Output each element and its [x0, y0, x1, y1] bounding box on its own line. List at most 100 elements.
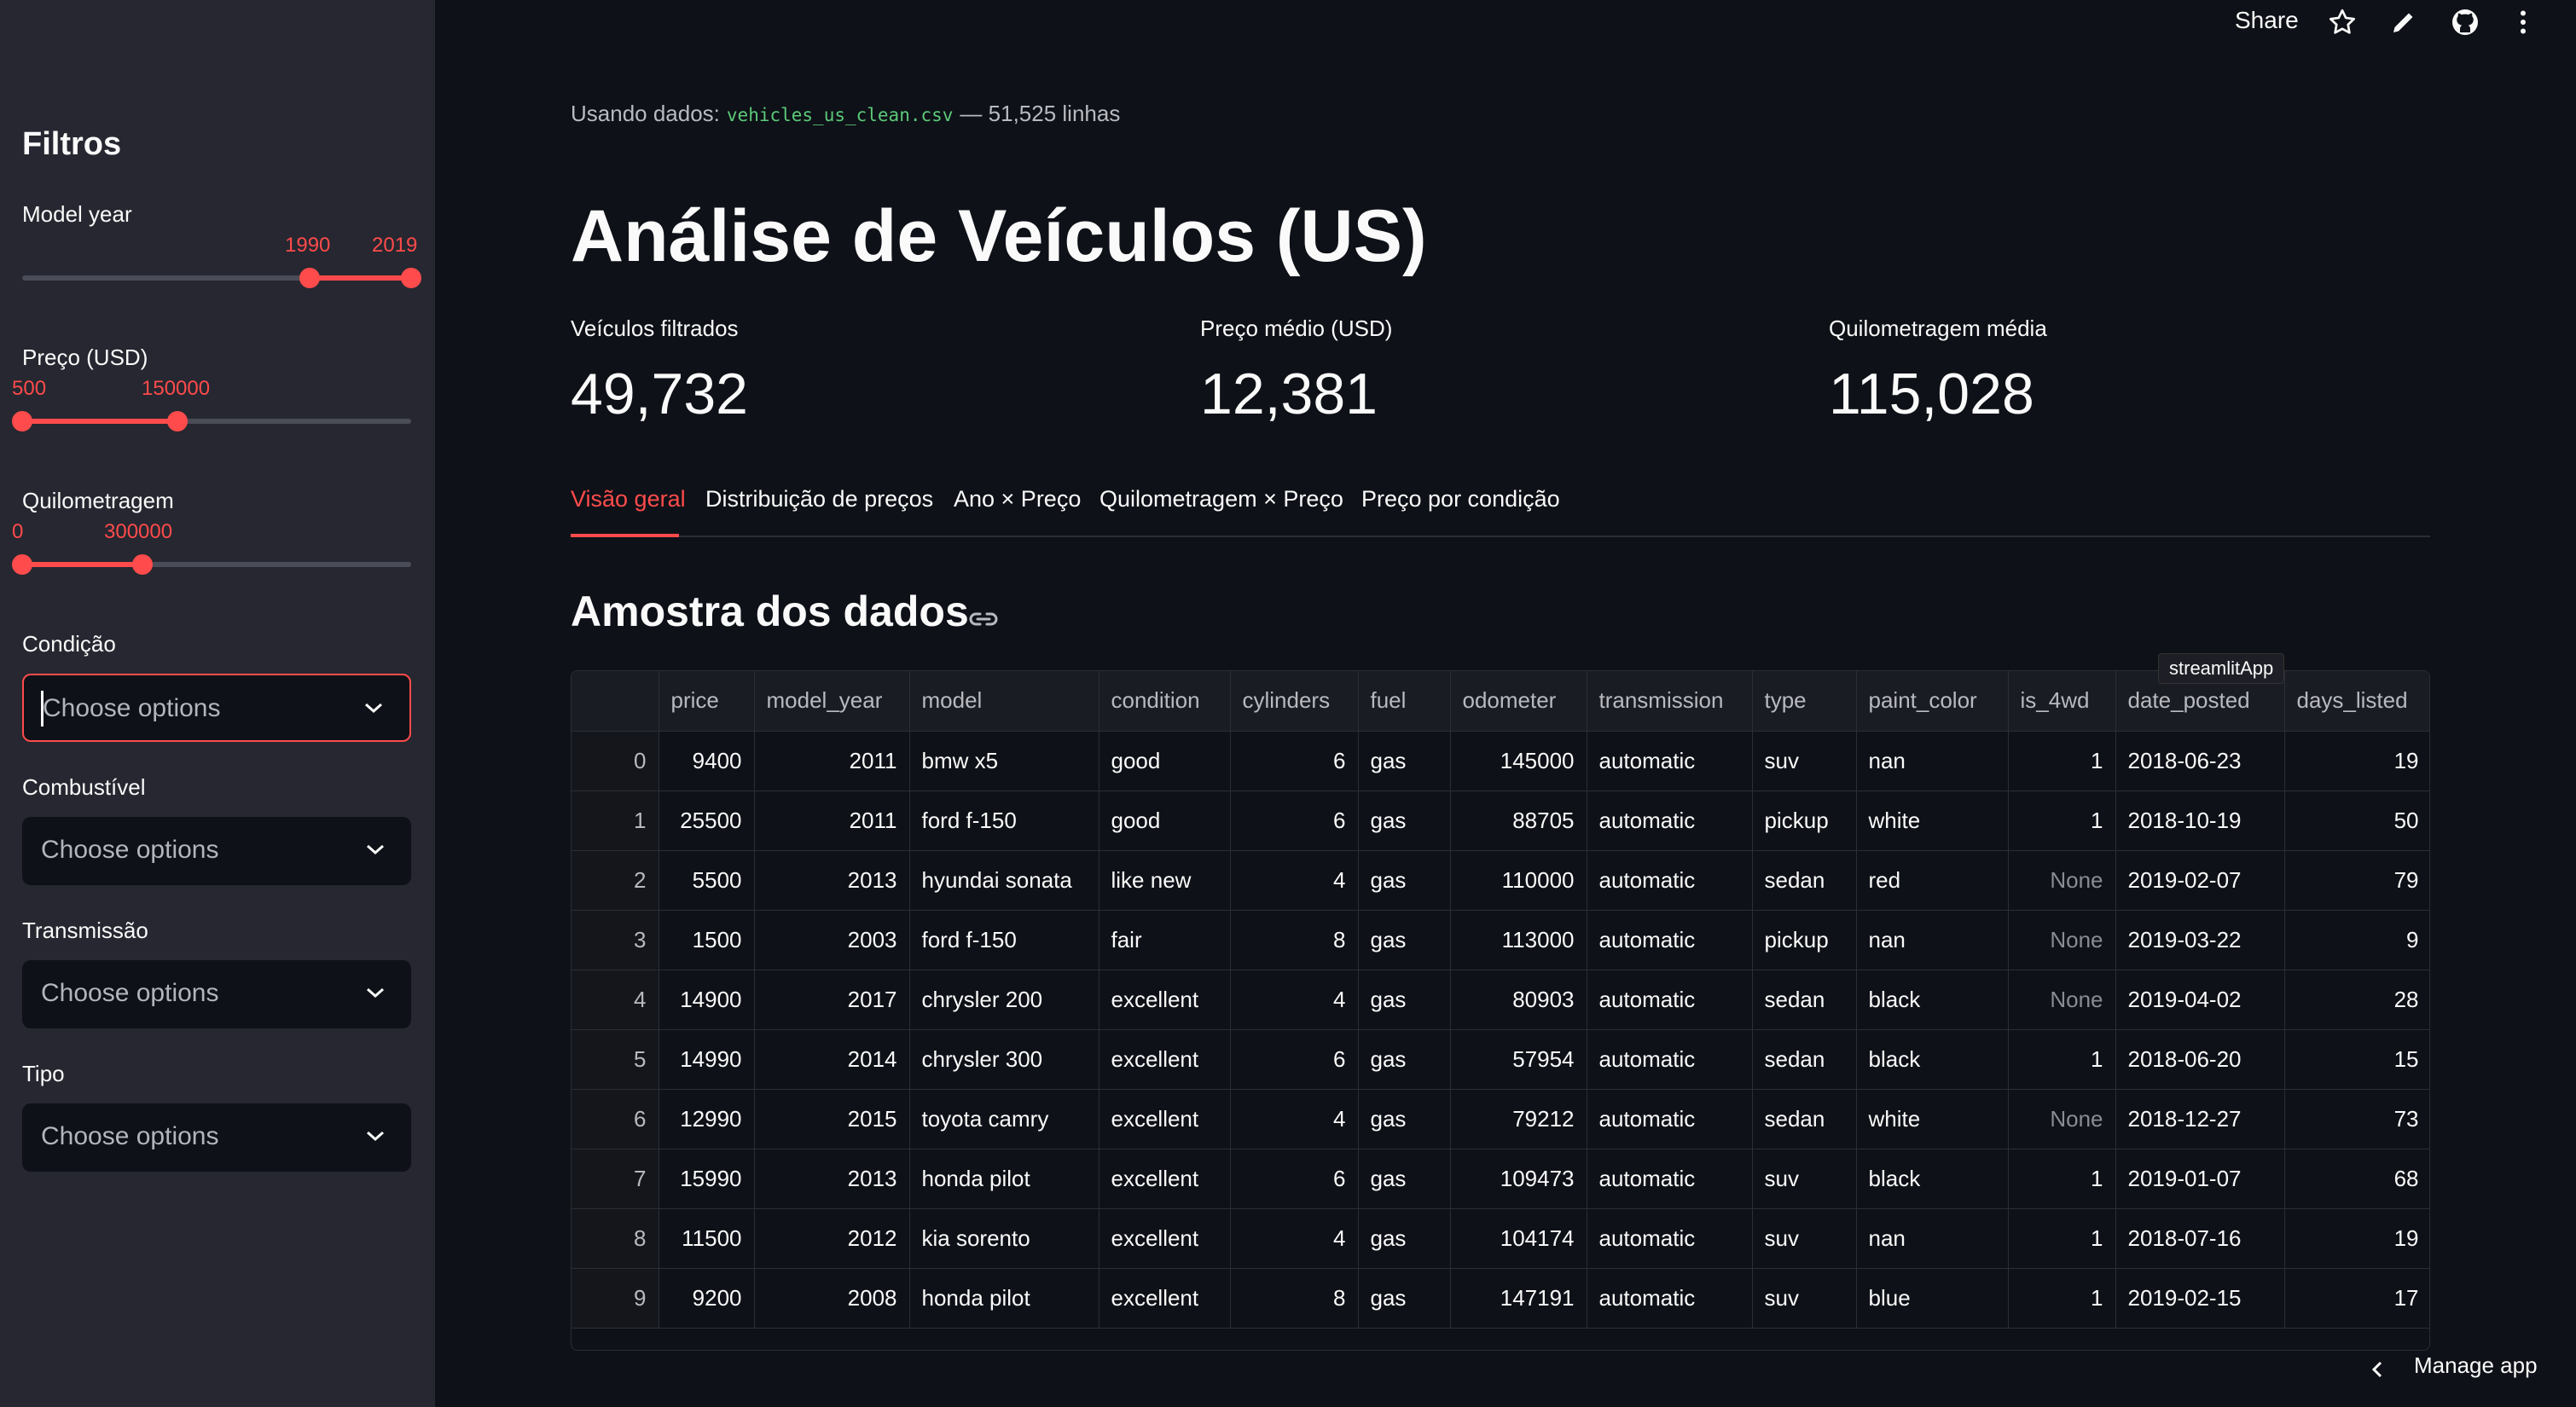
table-cell[interactable]: 88705 [1450, 790, 1587, 851]
table-cell[interactable]: 2012 [754, 1208, 910, 1269]
column-header-transmission[interactable]: transmission [1587, 671, 1753, 732]
table-cell[interactable]: automatic [1587, 1029, 1753, 1090]
table-cell[interactable]: automatic [1587, 790, 1753, 851]
table-cell[interactable]: 145000 [1450, 731, 1587, 791]
table-cell[interactable]: 80903 [1450, 970, 1587, 1030]
table-cell[interactable]: good [1099, 790, 1231, 851]
slider-thumb-high[interactable] [167, 411, 189, 431]
table-cell[interactable]: automatic [1587, 1089, 1753, 1149]
row-index[interactable]: 5 [571, 1029, 659, 1090]
table-cell[interactable]: suv [1752, 1268, 1857, 1329]
table-cell[interactable]: 2018-10-19 [2115, 790, 2285, 851]
table-cell[interactable]: 79212 [1450, 1089, 1587, 1149]
table-cell[interactable]: sedan [1752, 1029, 1857, 1090]
row-index[interactable]: 4 [571, 970, 659, 1030]
table-cell[interactable]: chrysler 200 [909, 970, 1099, 1030]
pencil-icon[interactable] [2388, 7, 2419, 38]
table-cell[interactable]: 1 [2008, 1149, 2116, 1209]
table-cell[interactable]: 6 [1230, 790, 1359, 851]
kebab-menu-icon[interactable] [2508, 7, 2538, 38]
table-cell[interactable]: 28 [2284, 970, 2429, 1030]
table-cell[interactable]: 9200 [659, 1268, 755, 1329]
table-cell[interactable]: 15990 [659, 1149, 755, 1209]
row-index[interactable]: 3 [571, 910, 659, 970]
table-cell[interactable]: excellent [1099, 1089, 1231, 1149]
tab-price-by-condition[interactable]: Preço por condição [1361, 486, 1560, 512]
table-cell[interactable]: like new [1099, 850, 1231, 911]
tab-mileage-price[interactable]: Quilometragem × Preço [1099, 486, 1343, 512]
slider-thumb-low[interactable] [12, 411, 32, 431]
table-cell[interactable]: 14900 [659, 970, 755, 1030]
link-icon[interactable] [967, 607, 1000, 631]
table-cell[interactable]: 19 [2284, 1208, 2429, 1269]
table-cell[interactable]: 4 [1230, 1089, 1359, 1149]
table-cell[interactable]: 2019-03-22 [2115, 910, 2285, 970]
table-cell[interactable]: 2013 [754, 1149, 910, 1209]
table-cell[interactable]: hyundai sonata [909, 850, 1099, 911]
table-cell[interactable]: 4 [1230, 1208, 1359, 1269]
table-cell[interactable]: nan [1856, 910, 2009, 970]
table-cell[interactable]: chrysler 300 [909, 1029, 1099, 1090]
table-cell[interactable]: automatic [1587, 970, 1753, 1030]
condition-multiselect[interactable]: Choose options [22, 674, 411, 742]
table-cell[interactable]: kia sorento [909, 1208, 1099, 1269]
table-cell[interactable]: excellent [1099, 1268, 1231, 1329]
github-icon[interactable] [2450, 7, 2480, 38]
table-cell[interactable]: suv [1752, 1149, 1857, 1209]
tab-price-distribution[interactable]: Distribuição de preços [705, 486, 933, 512]
table-cell[interactable]: gas [1358, 850, 1451, 911]
table-cell[interactable]: ford f-150 [909, 910, 1099, 970]
column-header-odometer[interactable]: odometer [1450, 671, 1587, 732]
table-cell[interactable]: 8 [1230, 1268, 1359, 1329]
table-cell[interactable]: excellent [1099, 970, 1231, 1030]
table-cell[interactable]: 9400 [659, 731, 755, 791]
row-index[interactable]: 0 [571, 731, 659, 791]
slider-thumb-high[interactable] [132, 554, 154, 575]
slider-thumb-low[interactable] [12, 554, 32, 575]
table-cell[interactable]: 1500 [659, 910, 755, 970]
table-cell[interactable]: automatic [1587, 731, 1753, 791]
table-cell[interactable]: 2013 [754, 850, 910, 911]
table-cell[interactable]: excellent [1099, 1149, 1231, 1209]
type-multiselect[interactable]: Choose options [22, 1103, 411, 1172]
row-index[interactable]: 1 [571, 790, 659, 851]
row-index[interactable]: 8 [571, 1208, 659, 1269]
table-cell[interactable]: 2018-06-20 [2115, 1029, 2285, 1090]
table-cell[interactable]: 14990 [659, 1029, 755, 1090]
table-cell[interactable]: automatic [1587, 1208, 1753, 1269]
table-cell[interactable]: automatic [1587, 850, 1753, 911]
table-cell[interactable]: gas [1358, 970, 1451, 1030]
share-button[interactable]: Share [2235, 7, 2299, 34]
table-cell[interactable]: excellent [1099, 1208, 1231, 1269]
table-cell[interactable]: black [1856, 1029, 2009, 1090]
table-cell[interactable]: fair [1099, 910, 1231, 970]
table-cell[interactable]: 4 [1230, 970, 1359, 1030]
table-cell[interactable]: gas [1358, 731, 1451, 791]
table-cell[interactable]: gas [1358, 1089, 1451, 1149]
chevron-left-icon[interactable] [2370, 1359, 2385, 1380]
table-cell[interactable]: 9 [2284, 910, 2429, 970]
table-cell[interactable]: gas [1358, 910, 1451, 970]
table-cell[interactable]: 2018-07-16 [2115, 1208, 2285, 1269]
table-cell[interactable]: sedan [1752, 970, 1857, 1030]
manage-app-button[interactable]: Manage app [2414, 1352, 2538, 1379]
table-cell[interactable]: blue [1856, 1268, 2009, 1329]
table-cell[interactable]: 113000 [1450, 910, 1587, 970]
table-cell[interactable]: toyota camry [909, 1089, 1099, 1149]
table-cell[interactable]: white [1856, 790, 2009, 851]
table-cell[interactable]: None [2008, 850, 2116, 911]
data-table[interactable]: price model_year model condition cylinders fu… [571, 670, 2430, 1351]
slider-thumb-low[interactable] [299, 268, 321, 288]
table-cell[interactable]: suv [1752, 1208, 1857, 1269]
table-cell[interactable]: 1 [2008, 731, 2116, 791]
column-header-fuel[interactable]: fuel [1358, 671, 1451, 732]
table-cell[interactable]: sedan [1752, 850, 1857, 911]
table-cell[interactable]: 4 [1230, 850, 1359, 911]
table-cell[interactable]: 6 [1230, 1149, 1359, 1209]
table-cell[interactable]: 2015 [754, 1089, 910, 1149]
table-cell[interactable]: nan [1856, 1208, 2009, 1269]
table-cell[interactable]: pickup [1752, 790, 1857, 851]
table-cell[interactable]: gas [1358, 1208, 1451, 1269]
table-cell[interactable]: 2003 [754, 910, 910, 970]
column-header-days_listed[interactable]: days_listed [2284, 671, 2429, 732]
